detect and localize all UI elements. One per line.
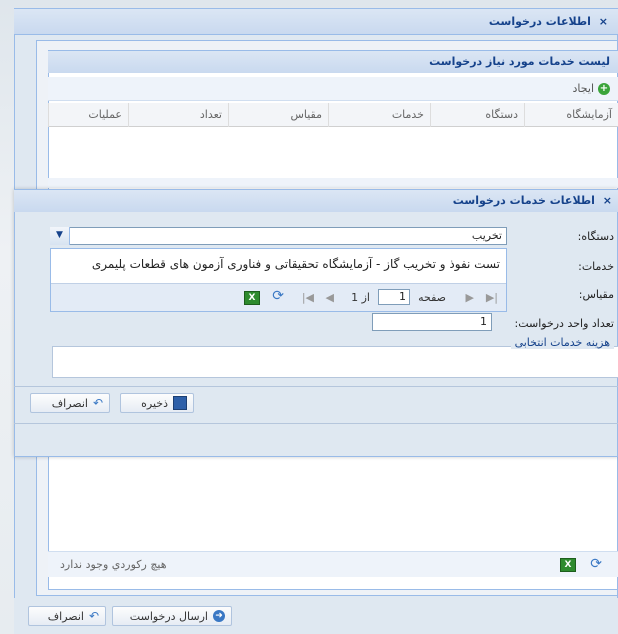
- undo-icon: ↶: [88, 609, 99, 623]
- column-header-count[interactable]: تعداد: [128, 103, 228, 127]
- device-dropdown-list: تست نفوذ و تخریب گاز - آزمایشگاه تحقیقات…: [50, 248, 507, 312]
- refresh-icon[interactable]: ⟳: [272, 289, 284, 303]
- excel-export-icon[interactable]: X: [560, 558, 576, 572]
- create-button-label: ایجاد: [572, 82, 594, 95]
- device-combo[interactable]: تخریب: [50, 227, 507, 245]
- services-label: خدمات:: [578, 260, 614, 273]
- dialog-cancel-label: انصراف: [51, 396, 88, 410]
- column-header-actions[interactable]: عملیات: [48, 103, 128, 127]
- prev-page-icon[interactable]: ◀: [326, 291, 334, 304]
- refresh-icon[interactable]: ⟳: [590, 557, 602, 571]
- save-button[interactable]: ذخیره: [120, 393, 194, 413]
- send-icon: ➜: [213, 610, 225, 622]
- dialog-footer-line: [14, 423, 618, 424]
- device-label: دستگاه:: [577, 230, 614, 243]
- service-info-dialog-title: × اطلاعات خدمات درخواست: [14, 190, 618, 212]
- last-page-icon[interactable]: ▶|: [486, 291, 498, 304]
- column-header-services[interactable]: خدمات: [328, 103, 430, 127]
- services-grid-title: لیست خدمات مورد نیاز درخواست: [48, 51, 618, 73]
- first-page-icon[interactable]: |◀: [302, 291, 314, 304]
- page-number-input[interactable]: 1: [378, 289, 410, 305]
- column-header-device[interactable]: دستگاه: [430, 103, 524, 127]
- save-button-label: ذخیره: [141, 396, 168, 410]
- window-title-text: اطلاعات درخواست: [488, 15, 591, 28]
- device-combo-value: تخریب: [471, 229, 502, 242]
- add-icon: +: [598, 83, 610, 95]
- cancel-request-label: انصراف: [47, 609, 84, 623]
- grid-toolbar: + ایجاد: [48, 77, 618, 101]
- fee-fieldset: [52, 346, 618, 378]
- chevron-down-icon[interactable]: ▼: [50, 227, 70, 245]
- close-icon[interactable]: ×: [603, 194, 612, 207]
- send-request-button[interactable]: ➜ ارسال درخواست: [112, 606, 232, 626]
- column-header-scale[interactable]: مقیاس: [228, 103, 328, 127]
- quantity-input[interactable]: 1: [372, 313, 492, 331]
- grid-header: آزمایشگاه دستگاه خدمات مقیاس تعداد عملیا…: [48, 103, 618, 127]
- dialog-separator: [14, 386, 618, 387]
- undo-icon: ↶: [92, 396, 103, 410]
- column-header-lab[interactable]: آزمایشگاه: [524, 103, 618, 127]
- excel-export-icon[interactable]: X: [244, 291, 260, 305]
- close-icon[interactable]: ×: [599, 15, 608, 28]
- dropdown-paging-toolbar: ▶| ▶ صفحه 1 از 1 ◀ |◀ ⟳ X: [51, 283, 506, 311]
- send-request-label: ارسال درخواست: [129, 609, 208, 623]
- dialog-cancel-button[interactable]: ↶ انصراف: [30, 393, 110, 413]
- page-word: صفحه: [418, 291, 446, 304]
- next-page-icon[interactable]: ▶: [466, 291, 474, 304]
- empty-message: هیچ رکوردي وجود ندارد: [60, 558, 167, 571]
- grid-paging-strip: [48, 178, 618, 188]
- page-of-text: از 1: [351, 291, 370, 304]
- scale-label: مقیاس:: [578, 288, 614, 301]
- floppy-icon: [173, 396, 187, 410]
- dialog-title-text: اطلاعات خدمات درخواست: [452, 194, 595, 207]
- quantity-label: تعداد واحد درخواست:: [514, 317, 614, 330]
- request-info-window-title: × اطلاعات درخواست: [14, 9, 618, 35]
- dropdown-list-item[interactable]: تست نفوذ و تخریب گاز - آزمایشگاه تحقیقات…: [92, 257, 500, 271]
- cancel-request-button[interactable]: ↶ انصراف: [28, 606, 106, 626]
- create-button[interactable]: + ایجاد: [573, 80, 610, 98]
- fee-fieldset-legend: هزینه خدمات انتخابی: [510, 336, 614, 349]
